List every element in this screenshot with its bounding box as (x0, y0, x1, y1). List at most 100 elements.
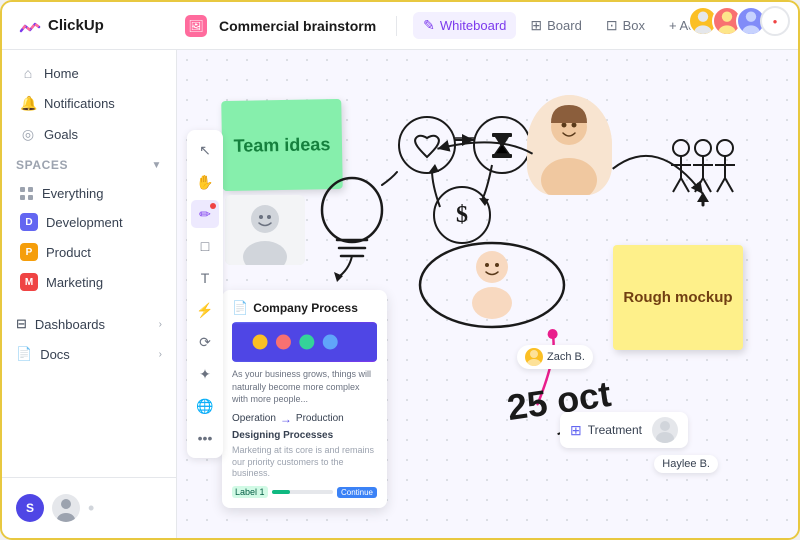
product-badge: P (20, 243, 38, 261)
sidebar: ⌂ Home 🔔 Notifications ◎ Goals Spaces ▼ (2, 50, 177, 538)
board-icon: ⊞ (530, 17, 542, 34)
sidebar-everything-label: Everything (42, 186, 103, 201)
person3-ellipse (417, 225, 567, 335)
select-tool[interactable]: ↖ (191, 136, 219, 164)
sticky-team-ideas-text: Team ideas (233, 134, 330, 157)
treatment-card: ⊞ Treatment (560, 412, 688, 448)
app-name: ClickUp (48, 17, 104, 34)
sidebar-bottom: S • (2, 477, 176, 530)
tab-board-label: Board (547, 18, 582, 33)
canvas-area[interactable]: ↖ ✋ ✏ □ T ⚡ ⟳ ✦ 🌐 ••• Team ideas (177, 50, 798, 538)
process-card-flow: Operation → Production (232, 412, 377, 426)
user-avatar: S (16, 494, 44, 522)
process-card-title: Company Process (253, 301, 358, 315)
sidebar-item-dashboards[interactable]: ⊟ Dashboards › (2, 309, 176, 339)
everything-icon (20, 187, 34, 201)
more-dots-icon: • (88, 498, 94, 519)
docs-icon: 📄 (16, 346, 32, 362)
pen-tool[interactable]: ✏ (191, 200, 219, 228)
sidebar-item-development[interactable]: D Development (6, 207, 172, 237)
treatment-icon: ⊞ (570, 422, 582, 439)
text-tool[interactable]: T (191, 264, 219, 292)
sidebar-goals-label: Goals (44, 127, 78, 142)
process-card-progress: Label 1 Continue (232, 486, 377, 498)
sidebar-item-docs[interactable]: 📄 Docs › (2, 339, 176, 369)
topbar: ClickUp 🖼 Commercial brainstorm ✎ Whiteb… (2, 2, 798, 50)
process-card-subtitle: Designing Processes (232, 430, 377, 441)
sidebar-home-label: Home (44, 66, 79, 81)
photo-person2 (527, 95, 612, 195)
process-card[interactable]: 📄 Company Process As your business grows… (222, 290, 387, 508)
label-1-badge: Label 1 (232, 486, 268, 498)
whiteboard-icon: ✎ (423, 17, 435, 34)
spaces-section-header[interactable]: Spaces ▼ (2, 150, 176, 180)
sidebar-marketing-label: Marketing (46, 275, 103, 290)
zach-label: Zach B. (517, 345, 593, 369)
process-card-image (232, 322, 377, 362)
tab-whiteboard[interactable]: ✎ Whiteboard (413, 12, 516, 39)
user-photo (52, 494, 80, 522)
operation-label: Operation (232, 413, 276, 424)
sidebar-notifications-label: Notifications (44, 96, 115, 111)
globe-tool[interactable]: 🌐 (191, 392, 219, 420)
haylee-name: Haylee B. (662, 458, 710, 470)
connector-tool[interactable]: ⟳ (191, 328, 219, 356)
goals-icon: ◎ (20, 126, 36, 143)
user-initial: S (26, 501, 34, 515)
tab-board[interactable]: ⊞ Board (520, 12, 591, 39)
process-card-header: 📄 Company Process (232, 300, 377, 316)
dashboards-icon: ⊟ (16, 316, 27, 332)
sidebar-product-label: Product (46, 245, 91, 260)
sidebar-dashboards-label: Dashboards (35, 317, 105, 332)
canvas-toolbar: ↖ ✋ ✏ □ T ⚡ ⟳ ✦ 🌐 ••• (187, 130, 223, 458)
page-icon: 🖼 (185, 15, 207, 37)
topbar-divider (396, 16, 397, 36)
notifications-icon: 🔔 (20, 95, 36, 112)
progress-bar (272, 490, 333, 494)
more-tool[interactable]: ••• (191, 424, 219, 452)
people-icons (663, 130, 743, 210)
process-card-body: Marketing at its core is and remains our… (232, 445, 377, 480)
sidebar-item-everything[interactable]: Everything (6, 180, 172, 207)
box-icon: ⊡ (606, 17, 618, 34)
active-indicator (210, 203, 216, 209)
person2-image (527, 95, 612, 195)
shape-tool[interactable]: □ (191, 232, 219, 260)
process-card-description: As your business grows, things will natu… (232, 368, 377, 406)
document-icon: 📄 (232, 300, 248, 316)
treatment-avatar (652, 417, 678, 443)
page-title: Commercial brainstorm (219, 18, 376, 34)
continue-button[interactable]: Continue (337, 487, 377, 498)
clickup-logo-icon (18, 14, 42, 38)
home-icon: ⌂ (20, 65, 36, 81)
spaces-label: Spaces (16, 158, 68, 172)
sidebar-item-home[interactable]: ⌂ Home (6, 58, 172, 88)
zach-avatar (525, 348, 543, 366)
sticky-rough-mockup[interactable]: Rough mockup (613, 245, 743, 350)
user-avatar-row[interactable]: S • (2, 486, 176, 530)
arrow-icon: → (280, 412, 292, 426)
star-tool[interactable]: ✦ (191, 360, 219, 388)
logo: ClickUp (18, 14, 173, 38)
tab-box[interactable]: ⊡ Box (596, 12, 655, 39)
dashboards-chevron-icon: › (159, 319, 162, 330)
sidebar-docs-label: Docs (40, 347, 70, 362)
sidebar-item-product[interactable]: P Product (6, 237, 172, 267)
sidebar-item-goals[interactable]: ◎ Goals (6, 119, 172, 150)
spaces-chevron-icon: ▼ (152, 160, 163, 171)
zach-name: Zach B. (547, 351, 585, 363)
tab-box-label: Box (623, 18, 645, 33)
sidebar-item-notifications[interactable]: 🔔 Notifications (6, 88, 172, 119)
progress-fill (272, 490, 290, 494)
sticky-tool[interactable]: ⚡ (191, 296, 219, 324)
docs-chevron-icon: › (159, 349, 162, 360)
haylee-label: Haylee B. (654, 455, 718, 473)
sidebar-development-label: Development (46, 215, 123, 230)
marketing-badge: M (20, 273, 38, 291)
treatment-label: Treatment (588, 423, 642, 437)
tab-whiteboard-label: Whiteboard (440, 18, 506, 33)
sidebar-item-marketing[interactable]: M Marketing (6, 267, 172, 297)
hand-tool[interactable]: ✋ (191, 168, 219, 196)
avatar-status: ● (760, 6, 790, 36)
sticky-rough-text: Rough mockup (623, 289, 732, 306)
